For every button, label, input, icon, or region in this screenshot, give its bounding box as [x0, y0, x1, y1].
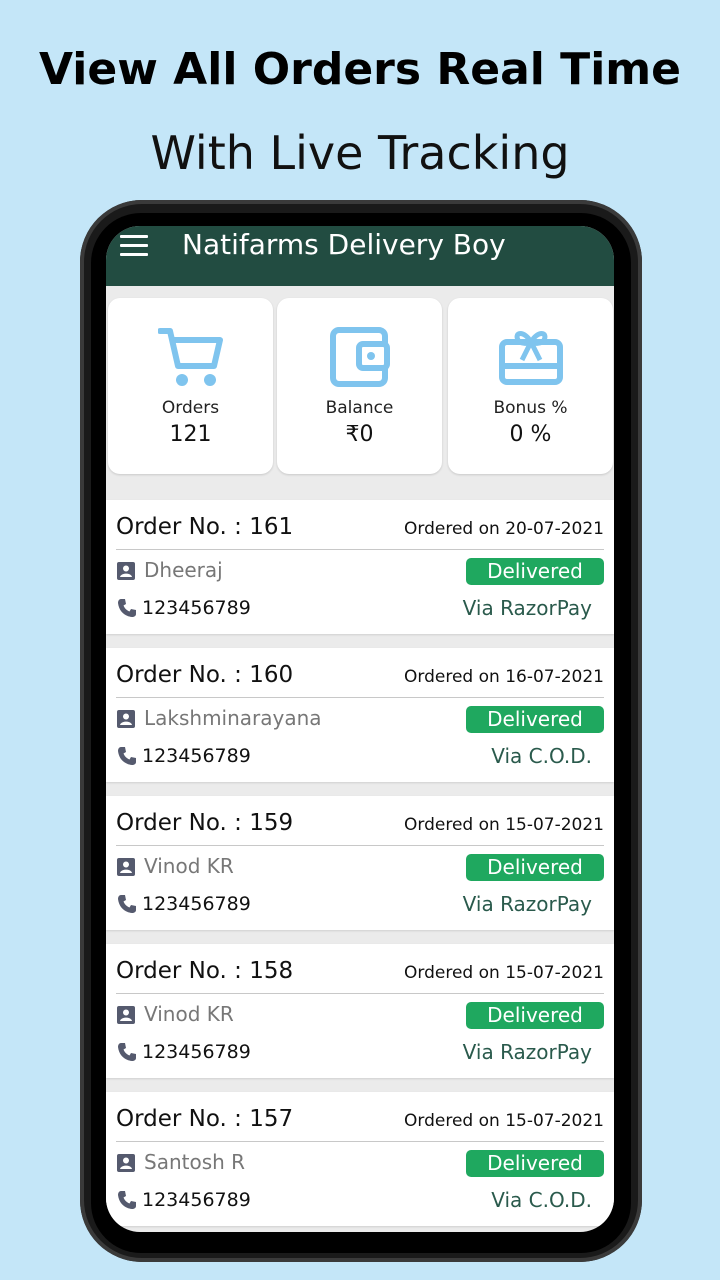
order-card[interactable]: Order No. : 158 Ordered on 15-07-2021 Vi… — [106, 944, 614, 1078]
customer-phone[interactable]: 123456789 — [142, 1041, 251, 1063]
customer-name: Santosh R — [144, 1150, 246, 1174]
order-card[interactable]: Order No. : 160 Ordered on 16-07-2021 La… — [106, 648, 614, 782]
customer-phone[interactable]: 123456789 — [142, 1189, 251, 1211]
order-date: Ordered on 15-07-2021 — [404, 963, 604, 983]
payment-method: Via C.O.D. — [491, 744, 592, 768]
customer-name: Vinod KR — [144, 1002, 234, 1026]
order-number: Order No. : 158 — [116, 958, 294, 984]
order-number: Order No. : 157 — [116, 1106, 294, 1132]
order-card[interactable]: Order No. : 159 Ordered on 15-07-2021 Vi… — [106, 796, 614, 930]
order-number: Order No. : 159 — [116, 810, 294, 836]
divider — [116, 845, 604, 846]
order-date: Ordered on 16-07-2021 — [404, 667, 604, 687]
phone-icon — [118, 1191, 136, 1209]
divider — [116, 549, 604, 550]
stat-value: 0 % — [509, 422, 552, 447]
phone-icon — [118, 747, 136, 765]
wallet-icon — [329, 327, 390, 387]
payment-method: Via C.O.D. — [491, 1188, 592, 1212]
status-badge: Delivered — [466, 854, 604, 881]
app-bar: Natifarms Delivery Boy — [106, 226, 614, 286]
status-badge: Delivered — [466, 706, 604, 733]
stat-card-bonus[interactable]: Bonus % 0 % — [448, 298, 613, 474]
customer-name: Lakshminarayana — [144, 706, 322, 730]
divider — [116, 1141, 604, 1142]
contact-card-icon — [117, 710, 135, 728]
promo-subline: With Live Tracking — [150, 126, 570, 180]
contact-card-icon — [117, 1154, 135, 1172]
cart-icon — [157, 328, 223, 386]
order-date: Ordered on 15-07-2021 — [404, 815, 604, 835]
payment-method: Via RazorPay — [462, 596, 592, 620]
order-number: Order No. : 160 — [116, 662, 294, 688]
payment-method: Via RazorPay — [462, 892, 592, 916]
phone-icon — [118, 895, 136, 913]
customer-name: Vinod KR — [144, 854, 234, 878]
stat-label: Balance — [325, 398, 394, 418]
order-card[interactable]: Order No. : 161 Ordered on 20-07-2021 Dh… — [106, 500, 614, 634]
app-title: Natifarms Delivery Boy — [182, 228, 506, 261]
status-badge: Delivered — [466, 558, 604, 585]
customer-phone[interactable]: 123456789 — [142, 745, 251, 767]
divider — [116, 697, 604, 698]
contact-card-icon — [117, 858, 135, 876]
phone-icon — [118, 1043, 136, 1061]
customer-name: Dheeraj — [144, 558, 223, 582]
stat-label: Orders — [161, 398, 220, 418]
divider — [116, 993, 604, 994]
app-screen: Natifarms Delivery Boy Orders 121 Balanc… — [106, 226, 614, 1232]
promo-headline: View All Orders Real Time — [39, 44, 681, 95]
order-date: Ordered on 20-07-2021 — [404, 519, 604, 539]
customer-phone[interactable]: 123456789 — [142, 893, 251, 915]
customer-phone[interactable]: 123456789 — [142, 597, 251, 619]
stat-card-orders[interactable]: Orders 121 — [108, 298, 273, 474]
stat-label: Bonus % — [493, 398, 568, 418]
stat-card-balance[interactable]: Balance ₹0 — [277, 298, 442, 474]
payment-method: Via RazorPay — [462, 1040, 592, 1064]
order-number: Order No. : 161 — [116, 514, 294, 540]
hamburger-menu-icon[interactable] — [120, 235, 150, 257]
gift-card-icon — [498, 331, 563, 385]
stat-value: ₹0 — [345, 422, 374, 447]
status-badge: Delivered — [466, 1002, 604, 1029]
contact-card-icon — [117, 1006, 135, 1024]
phone-icon — [118, 599, 136, 617]
order-card[interactable]: Order No. : 157 Ordered on 15-07-2021 Sa… — [106, 1092, 614, 1226]
status-badge: Delivered — [466, 1150, 604, 1177]
contact-card-icon — [117, 562, 135, 580]
order-date: Ordered on 15-07-2021 — [404, 1111, 604, 1131]
stats-row: Orders 121 Balance ₹0 Bonus % 0 % — [106, 298, 614, 474]
stat-value: 121 — [169, 422, 212, 447]
